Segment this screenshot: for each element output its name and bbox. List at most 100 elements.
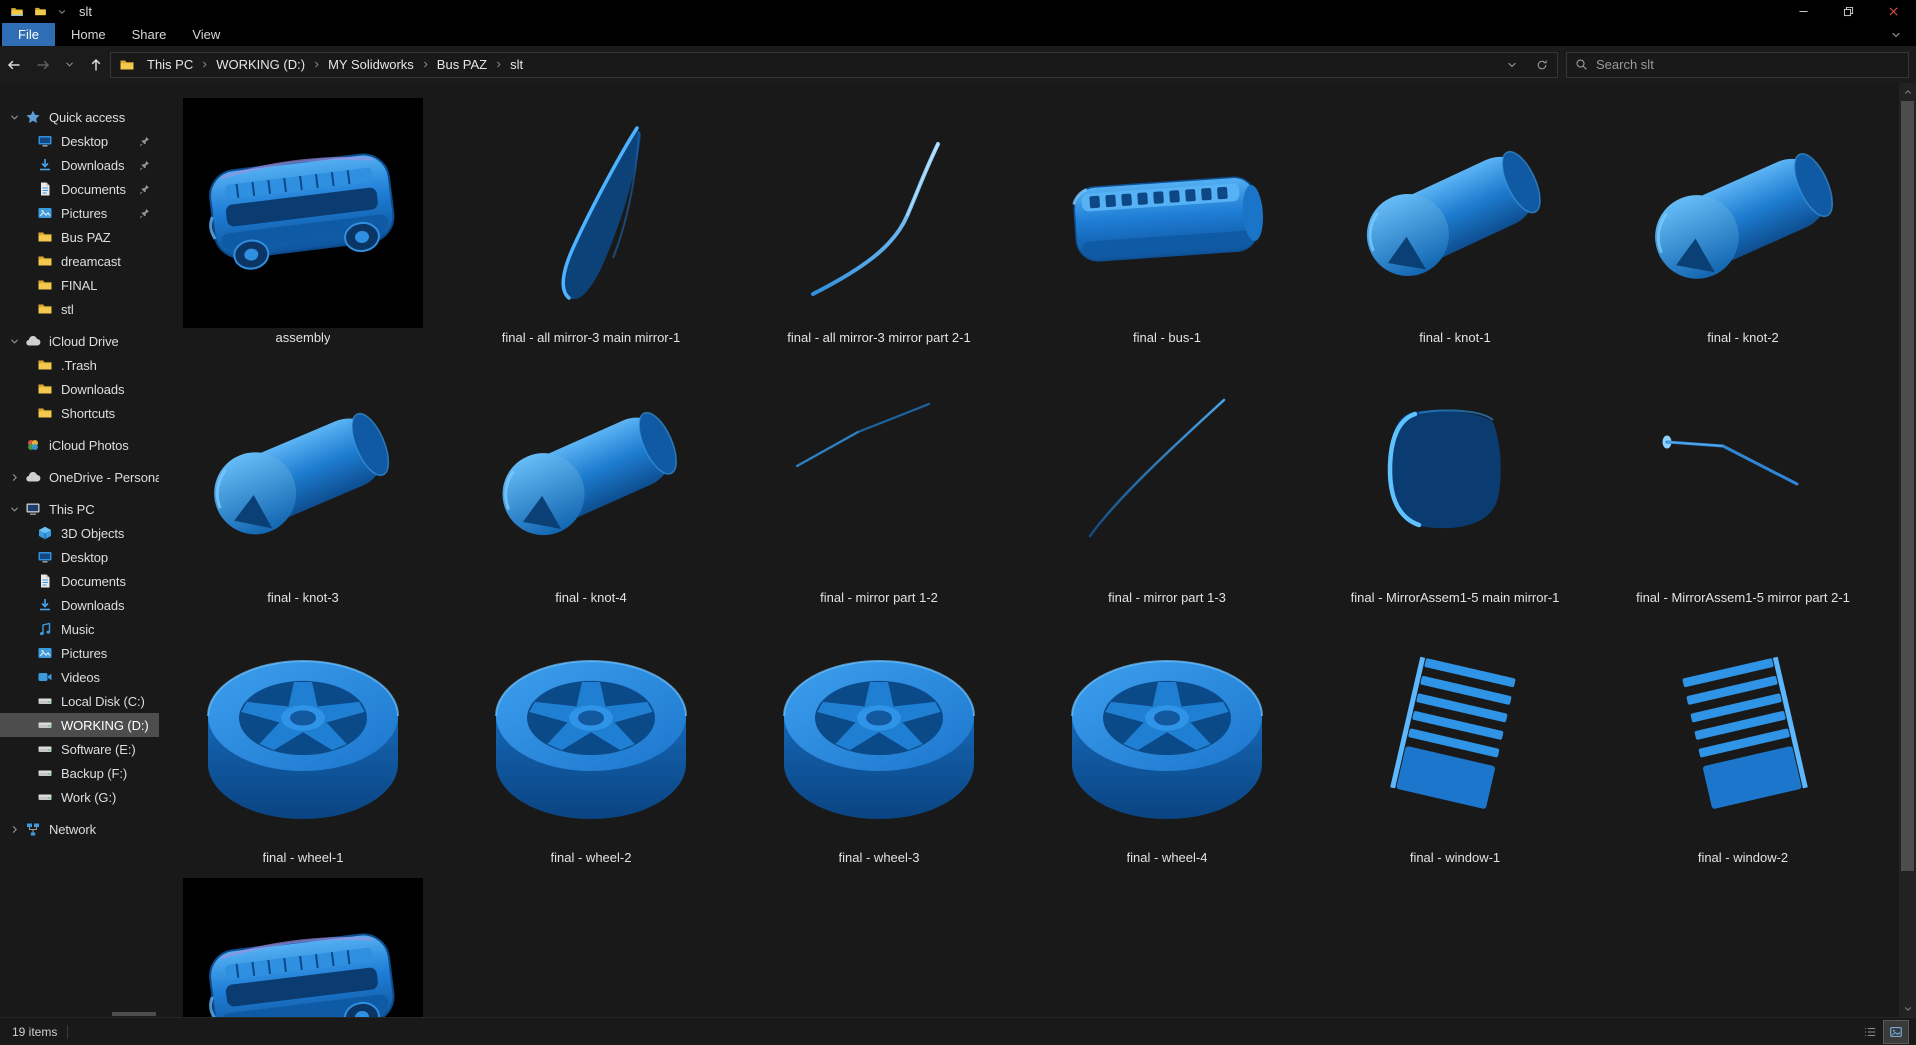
file-item[interactable]: final - bus-1: [1023, 98, 1311, 358]
file-item[interactable]: final - MirrorAssem1-5 mirror part 2-1: [1599, 358, 1887, 618]
status-bar: 19 items: [0, 1017, 1916, 1045]
recent-locations-chevron-icon[interactable]: [64, 59, 75, 70]
breadcrumb-slt[interactable]: slt: [505, 57, 528, 72]
close-button[interactable]: [1871, 0, 1916, 23]
file-item[interactable]: final - mirror part 1-3: [1023, 358, 1311, 618]
breadcrumb-separator-icon[interactable]: [200, 60, 209, 69]
tab-home[interactable]: Home: [58, 23, 119, 46]
breadcrumb-separator-icon[interactable]: [494, 60, 503, 69]
file-item[interactable]: final - all mirror-3 mirror part 2-1: [735, 98, 1023, 358]
sidebar-item-qa-downloads[interactable]: Downloads: [0, 153, 159, 177]
scroll-down-arrow-icon[interactable]: [1899, 1000, 1916, 1017]
sidebar-item-label: Bus PAZ: [61, 229, 111, 245]
breadcrumb-separator-icon[interactable]: [312, 60, 321, 69]
sidebar-item-software-e[interactable]: Software (E:): [0, 737, 159, 761]
sidebar-item-qa-desktop[interactable]: Desktop: [0, 129, 159, 153]
tab-view[interactable]: View: [179, 23, 233, 46]
tab-share[interactable]: Share: [119, 23, 180, 46]
breadcrumb-separator-icon[interactable]: [421, 60, 430, 69]
minimize-button[interactable]: [1781, 0, 1826, 23]
sidebar-item-working-d[interactable]: WORKING (D:): [0, 713, 159, 737]
sidebar-item-icloud-drive[interactable]: iCloud Drive: [0, 329, 159, 353]
sidebar-item-stl[interactable]: stl: [0, 297, 159, 321]
search-box[interactable]: [1566, 51, 1909, 78]
bus-assembly-thumbnail: [183, 878, 423, 1017]
file-item[interactable]: final - wheel-1: [159, 618, 447, 878]
file-label: final - knot-4: [555, 590, 627, 605]
sidebar-item-onedrive[interactable]: OneDrive - Personal: [0, 465, 159, 489]
sidebar-item-network[interactable]: Network: [0, 817, 159, 841]
file-item[interactable]: final - mirror part 1-2: [735, 358, 1023, 618]
sidebar-item-pc-desktop[interactable]: Desktop: [0, 545, 159, 569]
vertical-scrollbar[interactable]: [1899, 83, 1916, 1017]
quick-access-folder-icon[interactable]: [34, 5, 47, 18]
file-item[interactable]: [159, 878, 447, 1017]
sidebar-item-label: Network: [49, 821, 96, 837]
address-bar[interactable]: This PC WORKING (D:) MY Solidworks Bus P…: [110, 51, 1558, 78]
sidebar-item-label: Downloads: [61, 381, 125, 397]
details-view-button[interactable]: [1858, 1021, 1882, 1043]
file-item[interactable]: final - wheel-2: [447, 618, 735, 878]
restore-button[interactable]: [1826, 0, 1871, 23]
expand-ribbon-chevron-icon[interactable]: [1890, 23, 1916, 46]
tab-file[interactable]: File: [2, 23, 55, 46]
sidebar-item-local-disk-c[interactable]: Local Disk (C:): [0, 689, 159, 713]
refresh-icon[interactable]: [1536, 59, 1548, 71]
sidebar-item-this-pc[interactable]: This PC: [0, 497, 159, 521]
file-item[interactable]: final - knot-4: [447, 358, 735, 618]
scrollbar-thumb[interactable]: [1901, 101, 1914, 871]
file-item[interactable]: final - MirrorAssem1-5 main mirror-1: [1311, 358, 1599, 618]
chevron-right-icon[interactable]: [9, 472, 20, 483]
sidebar-item-qa-documents[interactable]: Documents: [0, 177, 159, 201]
file-item[interactable]: final - wheel-4: [1023, 618, 1311, 878]
sidebar-item-label: This PC: [49, 501, 95, 517]
sidebar-item-dreamcast[interactable]: dreamcast: [0, 249, 159, 273]
pin-icon: [139, 208, 150, 219]
file-item[interactable]: final - knot-2: [1599, 98, 1887, 358]
chevron-right-icon[interactable]: [9, 824, 20, 835]
sidebar-item-videos[interactable]: Videos: [0, 665, 159, 689]
sidebar-horizontal-scrollbar[interactable]: [112, 1012, 156, 1016]
address-row: This PC WORKING (D:) MY Solidworks Bus P…: [0, 46, 1916, 83]
search-input[interactable]: [1596, 57, 1908, 72]
sidebar-item-final[interactable]: FINAL: [0, 273, 159, 297]
file-item[interactable]: final - knot-1: [1311, 98, 1599, 358]
sidebar-item-bus-paz[interactable]: Bus PAZ: [0, 225, 159, 249]
thumbnail-view-button[interactable]: [1883, 1019, 1909, 1044]
file-item[interactable]: final - all mirror-3 main mirror-1: [447, 98, 735, 358]
sidebar-item-quick-access[interactable]: Quick access: [0, 105, 159, 129]
file-item[interactable]: final - window-2: [1599, 618, 1887, 878]
quick-access-toolbar-chevron-icon[interactable]: [57, 7, 67, 17]
file-item[interactable]: assembly: [159, 98, 447, 358]
sidebar-item-icloud-photos[interactable]: iCloud Photos: [0, 433, 159, 457]
sidebar-item-trash[interactable]: .Trash: [0, 353, 159, 377]
sidebar-item-pc-pictures[interactable]: Pictures: [0, 641, 159, 665]
sidebar-item-music[interactable]: Music: [0, 617, 159, 641]
breadcrumb-my-solidworks[interactable]: MY Solidworks: [323, 57, 419, 72]
sidebar-item-3d-objects[interactable]: 3D Objects: [0, 521, 159, 545]
chevron-down-icon[interactable]: [9, 504, 20, 515]
forward-button[interactable]: [35, 57, 51, 73]
sidebar-item-pc-documents[interactable]: Documents: [0, 569, 159, 593]
scroll-up-arrow-icon[interactable]: [1899, 83, 1916, 100]
sidebar-item-shortcuts[interactable]: Shortcuts: [0, 401, 159, 425]
breadcrumb-working-d[interactable]: WORKING (D:): [211, 57, 310, 72]
breadcrumb-this-pc[interactable]: This PC: [142, 57, 198, 72]
address-dropdown-chevron-icon[interactable]: [1506, 59, 1518, 71]
chevron-down-icon[interactable]: [9, 112, 20, 123]
back-button[interactable]: [6, 57, 22, 73]
sidebar-item-icloud-downloads[interactable]: Downloads: [0, 377, 159, 401]
sidebar-item-label: Music: [61, 621, 95, 637]
file-item[interactable]: final - window-1: [1311, 618, 1599, 878]
file-item[interactable]: final - knot-3: [159, 358, 447, 618]
file-label: final - window-2: [1697, 850, 1789, 865]
sidebar-item-label: iCloud Photos: [49, 437, 129, 453]
sidebar-item-qa-pictures[interactable]: Pictures: [0, 201, 159, 225]
sidebar-item-backup-f[interactable]: Backup (F:): [0, 761, 159, 785]
chevron-down-icon[interactable]: [9, 336, 20, 347]
file-item[interactable]: final - wheel-3: [735, 618, 1023, 878]
sidebar-item-pc-downloads[interactable]: Downloads: [0, 593, 159, 617]
breadcrumb-bus-paz[interactable]: Bus PAZ: [432, 57, 492, 72]
up-button[interactable]: [88, 57, 104, 73]
sidebar-item-work-g[interactable]: Work (G:): [0, 785, 159, 809]
